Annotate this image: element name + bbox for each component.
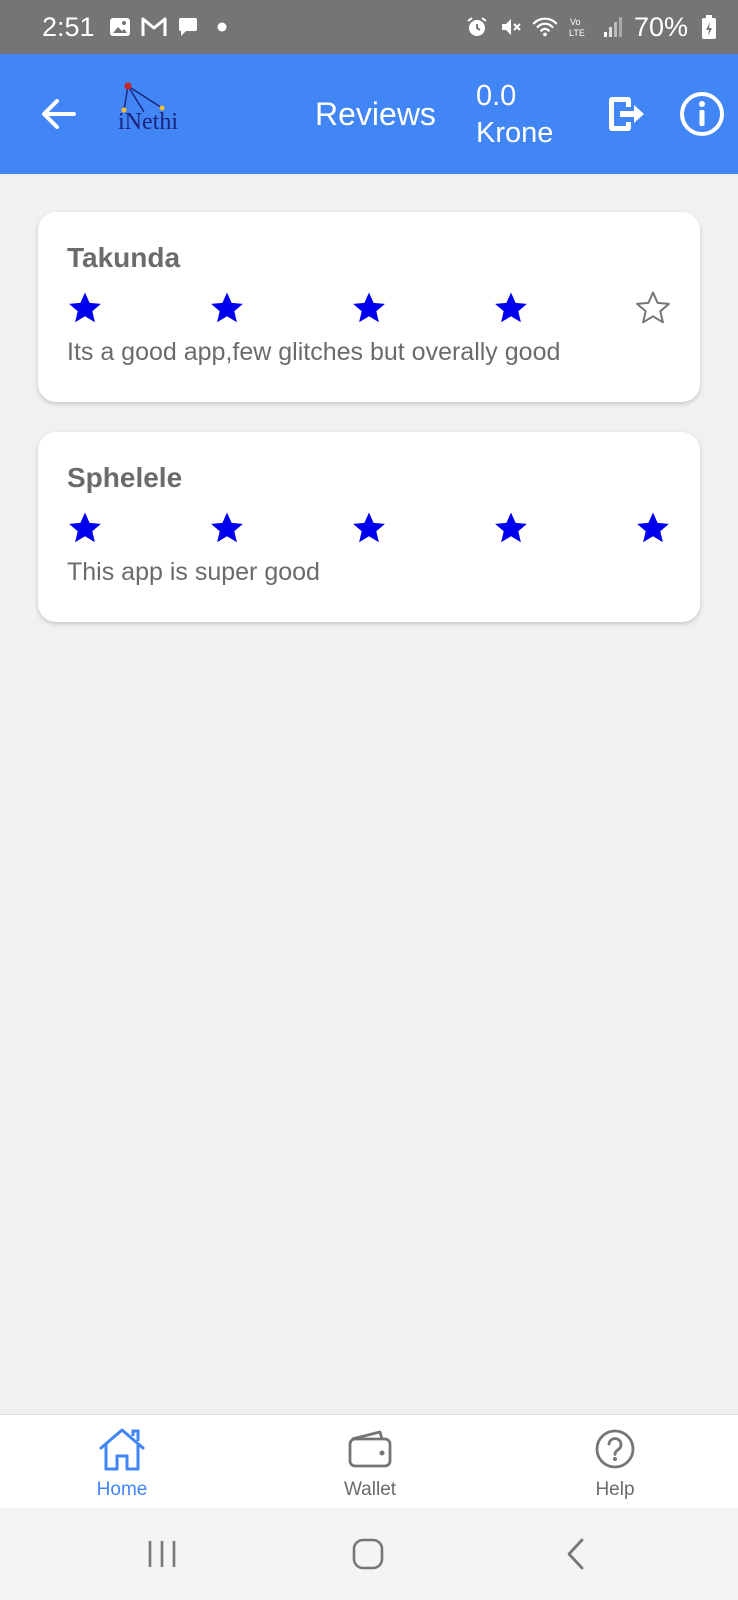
- svg-text:Vo: Vo: [570, 17, 581, 27]
- gallery-icon: [107, 14, 133, 40]
- bottom-navigation: Home Wallet Help: [0, 1414, 738, 1508]
- home-circle-icon: [352, 1538, 384, 1570]
- home-icon: [96, 1425, 148, 1473]
- wallet-icon: [344, 1425, 396, 1473]
- recent-apps-button[interactable]: [138, 1534, 186, 1574]
- status-time: 2:51: [42, 11, 95, 42]
- nav-wallet-label: Wallet: [343, 1479, 397, 1500]
- logout-button[interactable]: [602, 90, 650, 138]
- battery-percentage: 70%: [633, 11, 688, 42]
- review-text: Its a good app,few glitches but overally…: [67, 338, 561, 366]
- gmail-icon: [141, 14, 167, 40]
- back-button[interactable]: [34, 90, 82, 138]
- app-bar: iNethi Reviews 0.0 Krone: [0, 54, 738, 174]
- review-card: Takunda Its a good app,few glitches but …: [38, 212, 700, 402]
- chevron-left-icon: [567, 1538, 584, 1570]
- signal-icon: [600, 14, 626, 40]
- star-filled-icon: [67, 290, 103, 326]
- balance-display: 0.0 Krone: [476, 78, 553, 152]
- star-filled-icon: [493, 510, 529, 546]
- star-rating: [67, 288, 671, 328]
- reviews-list: Takunda Its a good app,few glitches but …: [38, 212, 700, 652]
- review-card: Sphelele This app is super good: [38, 432, 700, 622]
- volte-icon: Vo LTE: [566, 14, 592, 40]
- star-empty-icon: [635, 290, 671, 326]
- chat-icon: [175, 14, 201, 40]
- review-text: This app is super good: [67, 558, 320, 586]
- dot-icon: [209, 14, 235, 40]
- logo-text: iNethi: [118, 109, 178, 135]
- system-navigation-bar: [0, 1508, 738, 1600]
- reviewer-name: Takunda: [67, 242, 181, 273]
- nav-home[interactable]: Home: [62, 1425, 182, 1509]
- page-title: Reviews: [315, 96, 436, 132]
- status-bar: 2:51 Vo LTE 70%: [0, 0, 738, 54]
- back-system-button[interactable]: [552, 1534, 600, 1574]
- star-filled-icon: [209, 290, 245, 326]
- alarm-icon: [464, 14, 490, 40]
- svg-text:LTE: LTE: [569, 28, 585, 38]
- battery-icon: [696, 14, 722, 40]
- balance-value: 0.0: [476, 80, 517, 112]
- status-right-icons: Vo LTE 70%: [464, 12, 722, 43]
- nav-wallet[interactable]: Wallet: [310, 1425, 430, 1509]
- status-left-icons: [107, 14, 235, 40]
- help-icon: [589, 1425, 641, 1473]
- star-rating: [67, 508, 671, 548]
- recent-apps-icon: [148, 1541, 176, 1567]
- nav-help-label: Help: [595, 1479, 635, 1500]
- star-filled-icon: [67, 510, 103, 546]
- reviewer-name: Sphelele: [67, 462, 183, 493]
- star-filled-icon: [351, 510, 387, 546]
- star-filled-icon: [209, 510, 245, 546]
- info-button[interactable]: [676, 88, 728, 140]
- star-filled-icon: [493, 290, 529, 326]
- nav-home-label: Home: [96, 1479, 148, 1500]
- app-logo: iNethi: [114, 80, 178, 142]
- wifi-icon: [532, 14, 558, 40]
- nav-help[interactable]: Help: [555, 1425, 675, 1509]
- star-filled-icon: [635, 510, 671, 546]
- arrow-left-icon: [42, 99, 76, 129]
- info-icon: [680, 92, 724, 136]
- home-system-button[interactable]: [344, 1534, 392, 1574]
- logout-icon: [609, 97, 644, 131]
- star-filled-icon: [351, 290, 387, 326]
- mute-icon: [498, 14, 524, 40]
- balance-currency: Krone: [476, 117, 554, 149]
